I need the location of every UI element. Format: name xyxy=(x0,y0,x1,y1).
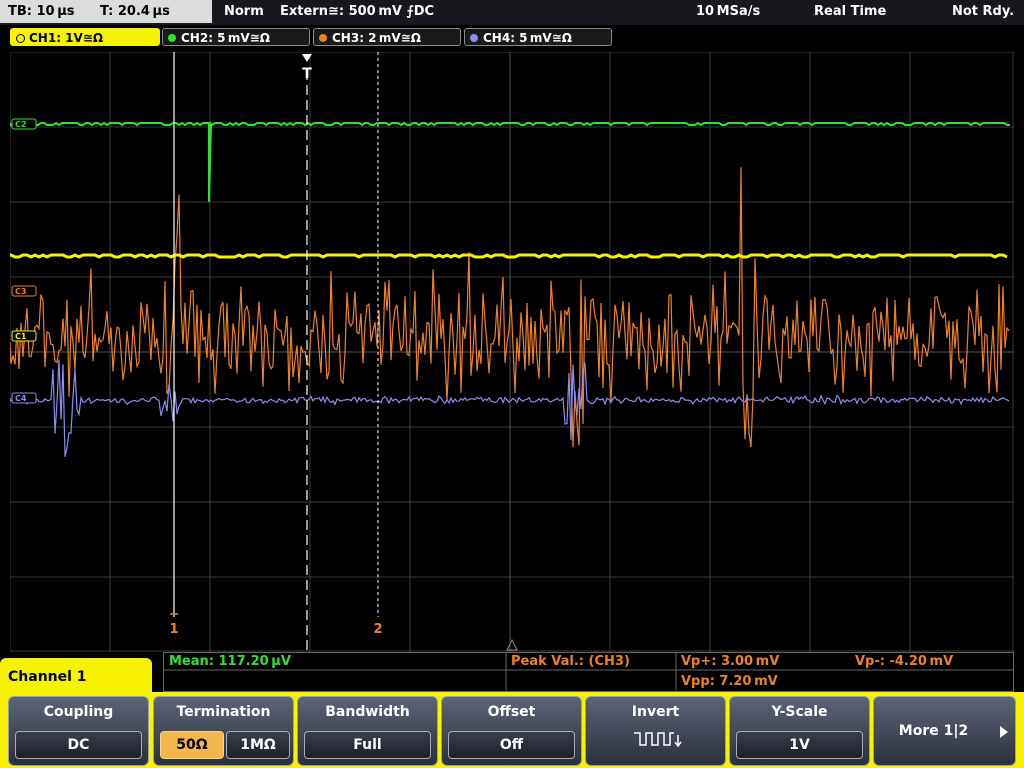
sample-rate: 10 MSa/s xyxy=(696,4,761,19)
coupling-label: Coupling xyxy=(43,704,114,720)
trigger-marker[interactable]: T xyxy=(302,66,312,82)
ch4-dot-icon xyxy=(470,34,478,42)
mean-measurement: Mean: 117.20 µV xyxy=(169,654,291,669)
ch3-level-label: C3 xyxy=(15,287,26,296)
ch4-level-label: C4 xyxy=(15,394,27,403)
trigger-mode[interactable]: Norm xyxy=(224,4,264,19)
status-bar: TB: 10 µs T: 20.4 µs Norm Extern≅: 500 m… xyxy=(0,0,1024,25)
ch2-label: CH2: 5 mV≅Ω xyxy=(181,31,270,45)
cursor-2-label[interactable]: 2 xyxy=(373,622,382,637)
tab-ch1[interactable]: CH1: 1V≅Ω xyxy=(10,28,160,46)
ch2-level-label: C2 xyxy=(15,120,26,129)
trigger-source[interactable]: Extern≅: 500 mV ⨍DC xyxy=(280,4,434,19)
ch1-trace xyxy=(10,253,1008,259)
tab-ch4[interactable]: CH4: 5 mV≅Ω xyxy=(464,28,612,46)
acquisition-status: Not Rdy. xyxy=(952,4,1015,19)
invert-softkey[interactable]: Invert xyxy=(585,696,726,766)
tab-ch2[interactable]: CH2: 5 mV≅Ω xyxy=(162,28,310,46)
peak-value-label: Peak Val.: (CH3) xyxy=(511,654,630,669)
more-label: More 1|2 xyxy=(898,723,969,739)
coupling-softkey[interactable]: Coupling DC xyxy=(8,696,149,766)
ch1-label: CH1: 1V≅Ω xyxy=(29,31,104,45)
bandwidth-label: Bandwidth xyxy=(325,704,410,720)
more-softkey[interactable]: More 1|2 xyxy=(873,696,1016,766)
trigger-time-value: T: 20.4 µs xyxy=(100,4,170,19)
graticule xyxy=(9,51,1014,652)
arrow-right-icon xyxy=(1000,726,1008,738)
bandwidth-value[interactable]: Full xyxy=(304,731,431,759)
acquisition-mode: Real Time xyxy=(814,4,887,19)
cursor-1-label[interactable]: 1 xyxy=(169,622,178,637)
ch2-dot-icon xyxy=(168,34,176,42)
offset-label: Offset xyxy=(487,704,536,720)
yscale-value[interactable]: 1V xyxy=(736,731,863,759)
vp-plus-value: Vp+: 3.00 mV xyxy=(681,654,780,669)
ch3-label: CH3: 2 mV≅Ω xyxy=(332,31,421,45)
tab-ch3[interactable]: CH3: 2 mV≅Ω xyxy=(313,28,461,46)
measurement-panel: Mean: 117.20 µV Peak Val.: (CH3) Vp+: 3.… xyxy=(163,652,1014,692)
vpp-value: Vpp: 7.20 mV xyxy=(681,674,778,689)
termination-1mohm[interactable]: 1MΩ xyxy=(226,731,290,759)
waveform-svg: T 1 2 C2 C3 C1 C4 xyxy=(9,51,1014,652)
timebase-box[interactable]: TB: 10 µs T: 20.4 µs xyxy=(0,0,212,23)
termination-50ohm[interactable]: 50Ω xyxy=(160,731,224,759)
termination-softkey[interactable]: Termination 50Ω 1MΩ xyxy=(153,696,294,766)
ch3-dot-icon xyxy=(319,34,327,42)
ch1-level-label: C1 xyxy=(15,332,27,341)
bandwidth-softkey[interactable]: Bandwidth Full xyxy=(297,696,438,766)
yscale-softkey[interactable]: Y-Scale 1V xyxy=(729,696,870,766)
offset-softkey[interactable]: Offset Off xyxy=(441,696,582,766)
offset-value[interactable]: Off xyxy=(448,731,575,759)
ch1-dot-icon xyxy=(16,34,25,43)
square-wave-invert-icon xyxy=(634,732,682,748)
invert-label: Invert xyxy=(631,704,680,720)
menu-title-text: Channel 1 xyxy=(8,669,87,685)
ch4-label: CH4: 5 mV≅Ω xyxy=(483,31,572,45)
horizontal-position-icon xyxy=(506,638,518,651)
timebase-value: TB: 10 µs xyxy=(8,4,75,19)
waveform-display[interactable]: T 1 2 C2 C3 C1 C4 xyxy=(9,51,1014,652)
vp-minus-value: Vp-: -4.20 mV xyxy=(855,654,954,669)
yscale-label: Y-Scale xyxy=(771,704,828,720)
coupling-value[interactable]: DC xyxy=(15,731,142,759)
termination-label: Termination xyxy=(176,704,271,720)
